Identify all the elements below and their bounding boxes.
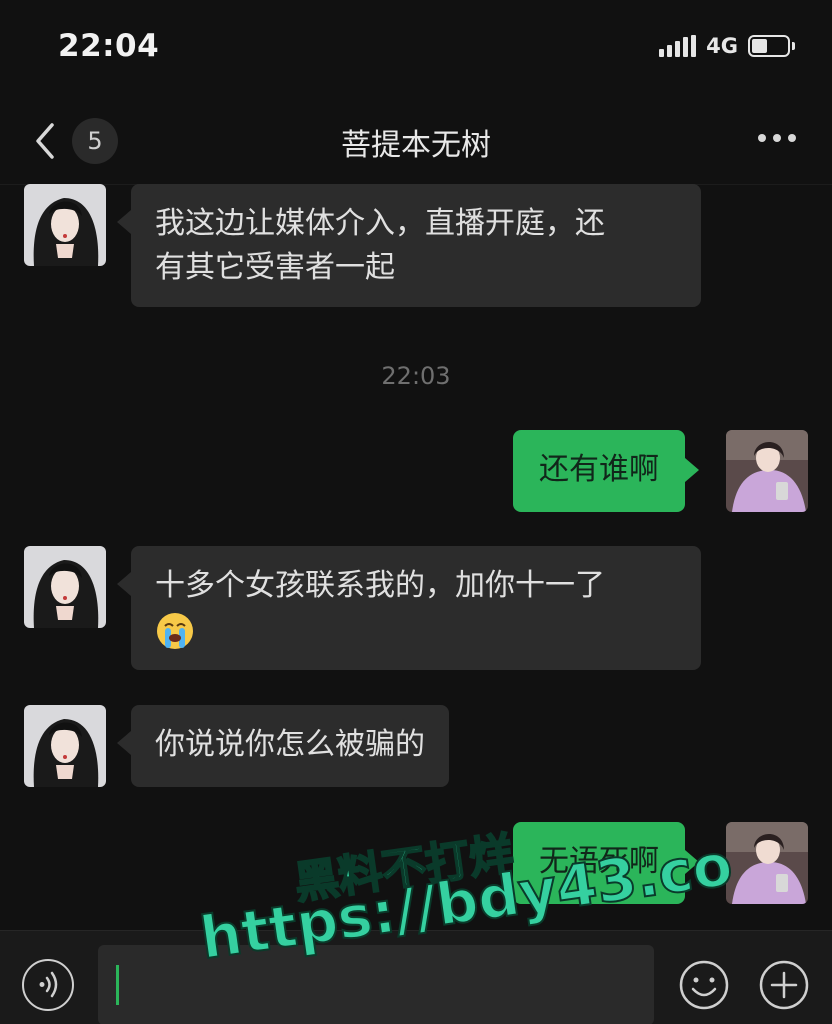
contact-avatar-image — [24, 184, 106, 266]
message-text: 十多个女孩联系我的，加你十一了 — [155, 568, 605, 603]
bubble-tail — [117, 572, 131, 596]
message-text: 还有谁啊 — [539, 452, 659, 487]
message-input[interactable] — [98, 945, 654, 1024]
chat-screen: 22:04 4G 5 菩提本无树 我这边让媒体介入，直播开庭，还 有其它受害者一… — [0, 0, 832, 1024]
smile-icon — [679, 960, 729, 1010]
voice-button[interactable] — [22, 959, 74, 1011]
my-avatar[interactable] — [726, 822, 808, 904]
text-cursor — [116, 965, 119, 1005]
bubble-tail — [117, 210, 131, 234]
incoming-message-bubble[interactable]: 我这边让媒体介入，直播开庭，还 有其它受害者一起 — [117, 184, 701, 307]
outgoing-message-bubble[interactable]: 无语死啊 — [513, 822, 699, 904]
message-input-bar — [0, 930, 832, 1024]
contact-avatar[interactable] — [24, 546, 106, 628]
bubble-tail — [685, 458, 699, 482]
more-options-button[interactable] — [758, 134, 796, 142]
outgoing-message-bubble[interactable]: 还有谁啊 — [513, 430, 699, 512]
status-bar: 22:04 4G — [0, 0, 832, 100]
chat-header: 5 菩提本无树 — [0, 100, 832, 185]
contact-avatar[interactable] — [24, 184, 106, 266]
message-text: 我这边让媒体介入，直播开庭，还 — [155, 206, 605, 241]
dot-icon — [773, 134, 781, 142]
network-type: 4G — [706, 34, 738, 58]
more-actions-button[interactable] — [758, 959, 810, 1011]
bubble-tail — [685, 850, 699, 874]
my-avatar-image — [726, 430, 808, 512]
voice-icon — [39, 971, 58, 998]
emoji-button[interactable] — [678, 959, 730, 1011]
incoming-message-bubble[interactable]: 十多个女孩联系我的，加你十一了 — [117, 546, 701, 670]
status-time: 22:04 — [58, 28, 160, 64]
loudly-crying-emoji-icon — [157, 612, 193, 649]
contact-avatar-image — [24, 546, 106, 628]
dot-icon — [758, 134, 766, 142]
message-text: 你说说你怎么被骗的 — [155, 727, 425, 762]
contact-avatar[interactable] — [24, 705, 106, 787]
plus-icon — [759, 960, 809, 1010]
chat-title: 菩提本无树 — [341, 128, 491, 163]
message-timestamp: 22:03 — [381, 362, 451, 390]
dot-icon — [788, 134, 796, 142]
status-indicators: 4G — [659, 34, 796, 58]
contact-avatar-image — [24, 705, 106, 787]
incoming-message-bubble[interactable]: 你说说你怎么被骗的 — [117, 705, 449, 787]
signal-icon — [659, 35, 697, 57]
battery-level — [752, 39, 767, 53]
my-avatar-image — [726, 822, 808, 904]
message-text: 有其它受害者一起 — [155, 250, 395, 285]
bubble-tail — [117, 731, 131, 755]
watermark-text: 黑料不打烊 — [291, 827, 518, 910]
message-text: 无语死啊 — [539, 844, 659, 879]
my-avatar[interactable] — [726, 430, 808, 512]
battery-icon — [748, 35, 795, 57]
